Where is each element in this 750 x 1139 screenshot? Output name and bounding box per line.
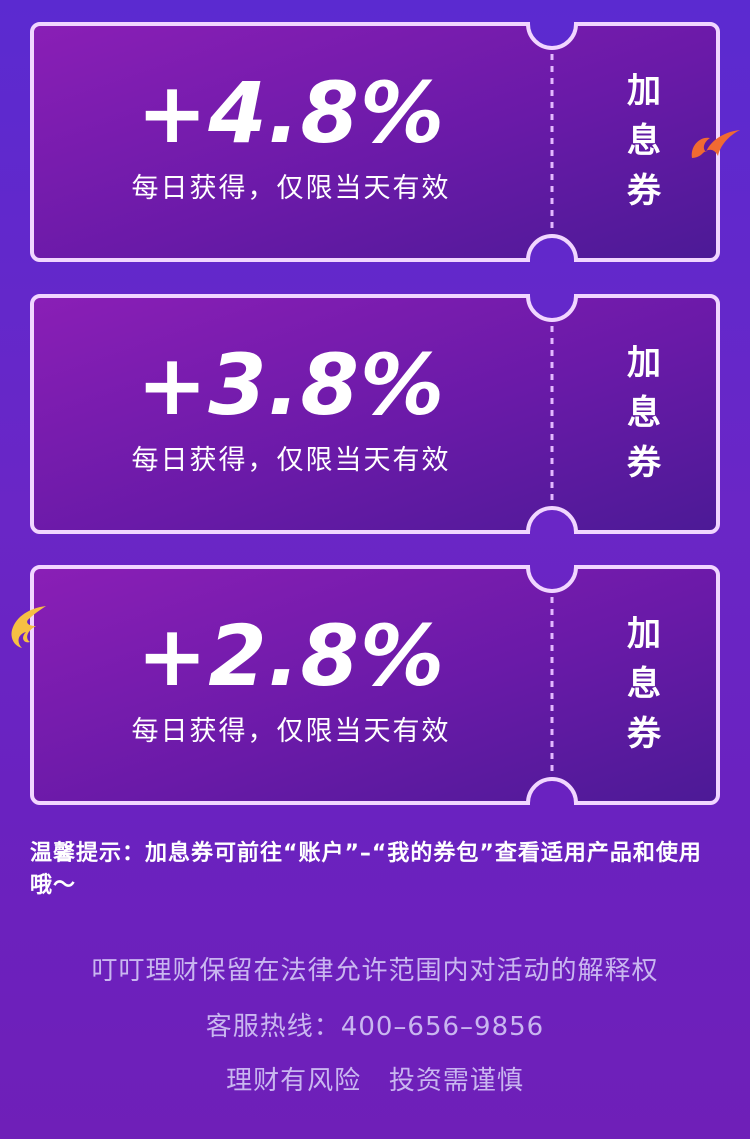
- coupon-description: 每日获得，仅限当天有效: [131, 445, 451, 476]
- coupon-label: 加 息 券: [586, 609, 702, 759]
- coupon-rate: +2.8%: [136, 607, 446, 705]
- coupon-label: 加 息 券: [586, 66, 702, 216]
- coupon-label-char: 加: [627, 71, 661, 111]
- coupon-description: 每日获得，仅限当天有效: [131, 173, 451, 204]
- coupon-label-char: 息: [627, 664, 661, 704]
- coupon-rate: +3.8%: [136, 336, 446, 434]
- coupon-label-char: 券: [627, 171, 661, 211]
- rights-statement: 叮叮理财保留在法律允许范围内对活动的解释权: [91, 956, 659, 986]
- coupon-label-char: 券: [627, 714, 661, 754]
- tip-text: 温馨提示：加息券可前往“账户”–“我的券包”查看适用产品和使用哦～: [30, 841, 702, 898]
- coupon-rate: +4.8%: [136, 64, 446, 162]
- coupon-label-char: 息: [627, 393, 661, 433]
- coupon-description: 每日获得，仅限当天有效: [131, 716, 451, 747]
- coupon-label: 加 息 券: [586, 338, 702, 488]
- risk-warning: 理财有风险 投资需谨慎: [226, 1066, 524, 1096]
- coupon-card[interactable]: +3.8% 每日获得，仅限当天有效 加 息 券: [30, 294, 720, 534]
- gold-swoosh-icon: [11, 606, 46, 648]
- coupon-label-char: 加: [627, 343, 661, 383]
- coupon-label-char: 加: [627, 614, 661, 654]
- coupon-card[interactable]: +2.8% 每日获得，仅限当天有效 加 息 券: [30, 565, 720, 805]
- coupon-label-char: 息: [627, 121, 661, 161]
- customer-hotline[interactable]: 客服热线：400–656–9856: [0, 1010, 750, 1044]
- flame-swoosh-icon: [691, 130, 740, 158]
- coupon-label-char: 券: [627, 443, 661, 483]
- coupon-card[interactable]: +4.8% 每日获得，仅限当天有效 加 息 券: [30, 22, 720, 262]
